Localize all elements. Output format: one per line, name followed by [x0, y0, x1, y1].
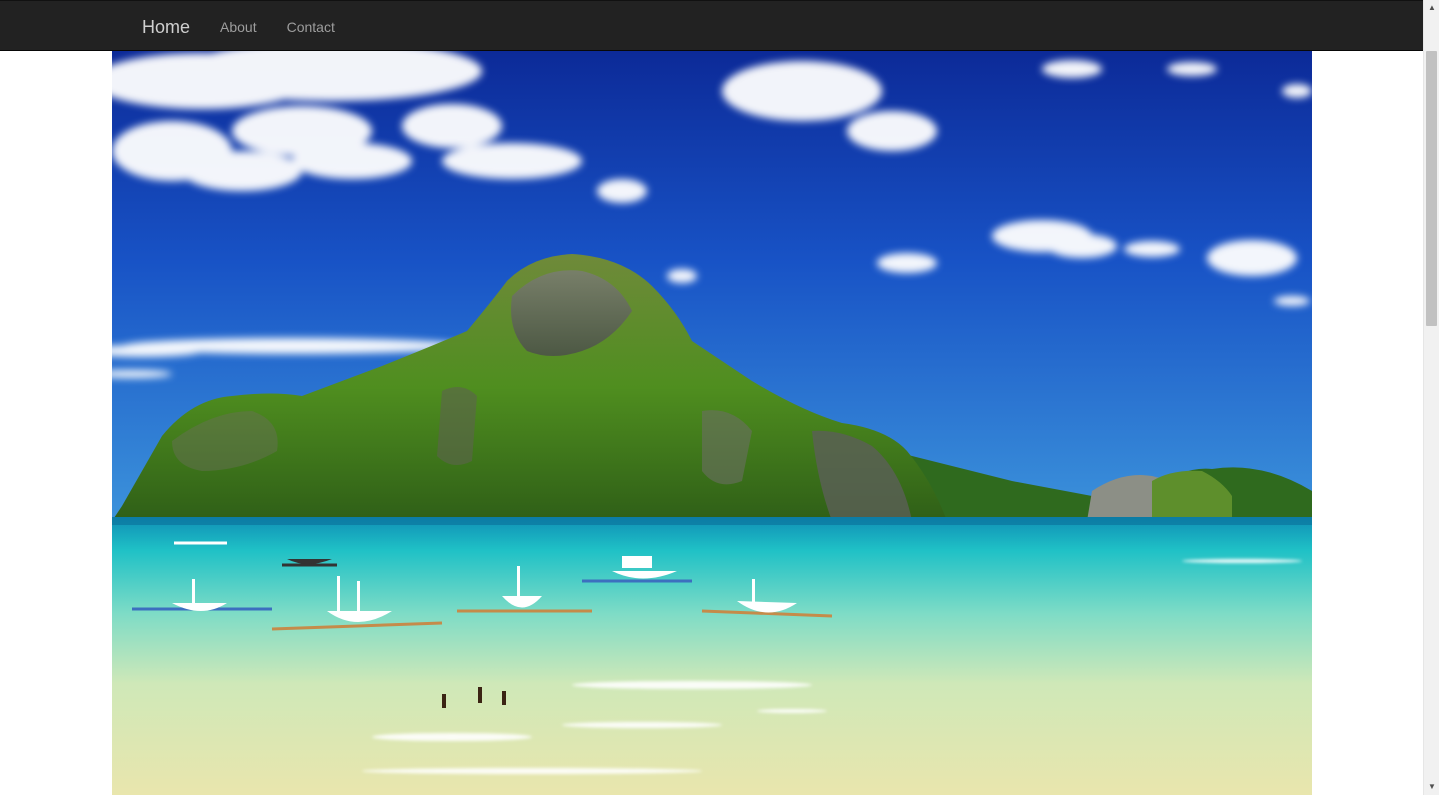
top-navbar: Home About Contact	[0, 0, 1423, 51]
nav-home-link[interactable]: Home	[127, 2, 205, 52]
sea-horizon	[112, 517, 1312, 525]
sea	[112, 517, 1312, 795]
page-scrollbar[interactable]: ▲ ▼	[1423, 0, 1439, 795]
scroll-up-icon[interactable]: ▲	[1424, 0, 1439, 16]
nav-inner: Home About Contact	[127, 1, 350, 52]
scroll-down-icon[interactable]: ▼	[1424, 779, 1439, 795]
nav-about-link[interactable]: About	[205, 2, 272, 52]
nav-contact-link[interactable]: Contact	[272, 2, 350, 52]
scroll-thumb[interactable]	[1426, 51, 1437, 326]
cliff-left	[437, 387, 477, 465]
hero-image	[112, 51, 1312, 795]
beach-island-photo	[112, 51, 1312, 795]
page: Home About Contact ▲ ▼	[0, 0, 1439, 795]
